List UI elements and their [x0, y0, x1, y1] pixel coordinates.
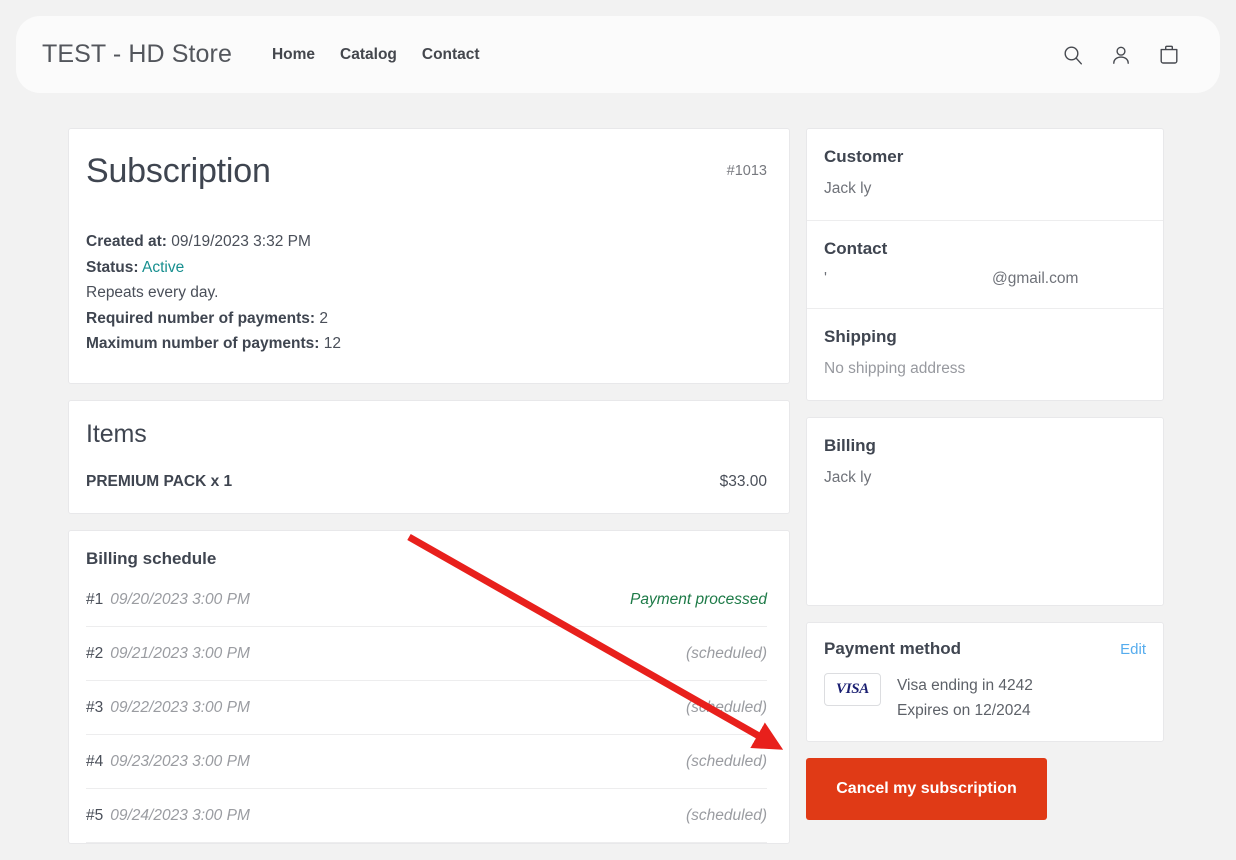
schedule-entry: #1 09/20/2023 3:00 PM: [86, 591, 250, 609]
schedule-status: (scheduled): [686, 699, 767, 717]
visa-wordmark: VISA: [836, 681, 869, 698]
site-header: TEST - HD Store Home Catalog Contact: [16, 16, 1220, 93]
subscription-header: Subscription #1013: [86, 153, 767, 190]
nav-item-contact[interactable]: Contact: [422, 46, 480, 64]
customer-panel: Customer Jack ly: [807, 129, 1163, 221]
side-column: Customer Jack ly Contact ' @gmail.com Sh…: [806, 128, 1164, 860]
customer-contact-shipping-card: Customer Jack ly Contact ' @gmail.com Sh…: [806, 128, 1164, 401]
visa-card-icon: VISA: [824, 673, 881, 706]
shipping-panel: Shipping No shipping address: [807, 309, 1163, 400]
repeats-row: Repeats every day.: [86, 280, 767, 306]
contact-email-domain: @gmail.com: [992, 270, 1078, 288]
cancel-subscription-button[interactable]: Cancel my subscription: [806, 758, 1047, 820]
required-payments-value: 2: [319, 310, 328, 327]
payment-method-details: Visa ending in 4242 Expires on 12/2024: [897, 673, 1033, 723]
nav-item-home[interactable]: Home: [272, 46, 315, 64]
shipping-heading: Shipping: [824, 327, 1143, 347]
schedule-date: 09/24/2023 3:00 PM: [110, 807, 250, 825]
main-column: Subscription #1013 Created at: 09/19/202…: [68, 128, 790, 860]
status-badge: Active: [142, 259, 184, 276]
shipping-value: No shipping address: [824, 358, 1143, 380]
payment-method-header: Payment method Edit: [824, 639, 1146, 659]
required-payments-label: Required number of payments:: [86, 310, 315, 327]
edit-payment-link[interactable]: Edit: [1120, 641, 1146, 658]
items-card: Items PREMIUM PACK x 1 $33.00: [68, 400, 790, 514]
search-icon[interactable]: [1060, 42, 1086, 68]
subscription-card: Subscription #1013 Created at: 09/19/202…: [68, 128, 790, 384]
status-row: Status: Active: [86, 255, 767, 281]
header-actions: [1060, 42, 1194, 68]
customer-name: Jack ly: [824, 178, 1143, 200]
table-row: #3 09/22/2023 3:00 PM (scheduled): [86, 681, 767, 735]
schedule-date: 09/20/2023 3:00 PM: [110, 591, 250, 609]
contact-heading: Contact: [824, 239, 1143, 259]
brand-title: TEST - HD Store: [42, 40, 232, 69]
main-nav: Home Catalog Contact: [272, 46, 480, 64]
table-row: #5 09/24/2023 3:00 PM (scheduled): [86, 789, 767, 843]
maximum-payments-label: Maximum number of payments:: [86, 335, 319, 352]
maximum-payments-row: Maximum number of payments: 12: [86, 331, 767, 357]
billing-heading: Billing: [824, 436, 1143, 456]
schedule-index: #1: [86, 591, 103, 609]
billing-schedule-card: Billing schedule #1 09/20/2023 3:00 PM P…: [68, 530, 790, 844]
created-at-label: Created at:: [86, 233, 167, 250]
billing-schedule-heading: Billing schedule: [86, 549, 767, 569]
required-payments-row: Required number of payments: 2: [86, 306, 767, 332]
schedule-entry: #2 09/21/2023 3:00 PM: [86, 645, 250, 663]
schedule-status: (scheduled): [686, 807, 767, 825]
status-label: Status:: [86, 259, 139, 276]
items-heading: Items: [86, 420, 767, 449]
account-icon[interactable]: [1108, 42, 1134, 68]
payment-method-body: VISA Visa ending in 4242 Expires on 12/2…: [824, 673, 1146, 723]
nav-item-catalog[interactable]: Catalog: [340, 46, 397, 64]
page-layout: Subscription #1013 Created at: 09/19/202…: [68, 128, 1164, 860]
customer-heading: Customer: [824, 147, 1143, 167]
schedule-index: #3: [86, 699, 103, 717]
billing-card: Billing Jack ly: [806, 417, 1164, 606]
card-expiry-line: Expires on 12/2024: [897, 698, 1033, 723]
contact-email-prefix: ': [824, 270, 992, 288]
schedule-status: (scheduled): [686, 645, 767, 663]
created-at-row: Created at: 09/19/2023 3:32 PM: [86, 229, 767, 255]
subscription-number: #1013: [727, 153, 767, 179]
maximum-payments-value: 12: [324, 335, 341, 352]
schedule-date: 09/22/2023 3:00 PM: [110, 699, 250, 717]
page-title: Subscription: [86, 153, 271, 190]
card-number-line: Visa ending in 4242: [897, 673, 1033, 698]
schedule-index: #2: [86, 645, 103, 663]
item-row: PREMIUM PACK x 1 $33.00: [86, 473, 767, 491]
item-price: $33.00: [720, 473, 767, 491]
schedule-date: 09/21/2023 3:00 PM: [110, 645, 250, 663]
subscription-details: Created at: 09/19/2023 3:32 PM Status: A…: [86, 229, 767, 357]
schedule-date: 09/23/2023 3:00 PM: [110, 753, 250, 771]
table-row: #4 09/23/2023 3:00 PM (scheduled): [86, 735, 767, 789]
schedule-entry: #5 09/24/2023 3:00 PM: [86, 807, 250, 825]
item-name: PREMIUM PACK x 1: [86, 473, 232, 491]
billing-name: Jack ly: [824, 467, 1143, 489]
table-row: #2 09/21/2023 3:00 PM (scheduled): [86, 627, 767, 681]
schedule-index: #5: [86, 807, 103, 825]
contact-panel: Contact ' @gmail.com: [807, 221, 1163, 309]
schedule-entry: #3 09/22/2023 3:00 PM: [86, 699, 250, 717]
contact-email: ' @gmail.com: [824, 270, 1143, 288]
cart-icon[interactable]: [1156, 42, 1182, 68]
schedule-status: Payment processed: [630, 591, 767, 609]
payment-method-card: Payment method Edit VISA Visa ending in …: [806, 622, 1164, 742]
payment-method-heading: Payment method: [824, 639, 961, 659]
schedule-status: (scheduled): [686, 753, 767, 771]
schedule-entry: #4 09/23/2023 3:00 PM: [86, 753, 250, 771]
billing-panel: Billing Jack ly: [807, 418, 1163, 509]
table-row: #1 09/20/2023 3:00 PM Payment processed: [86, 569, 767, 627]
created-at-value: 09/19/2023 3:32 PM: [171, 233, 311, 250]
schedule-index: #4: [86, 753, 103, 771]
